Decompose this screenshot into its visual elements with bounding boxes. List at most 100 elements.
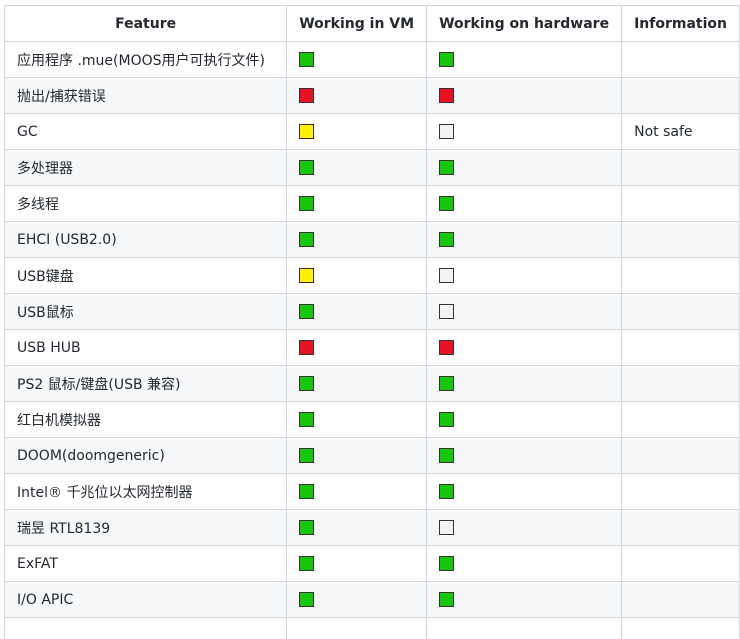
header-working-in-vm: Working in VM <box>286 5 428 42</box>
hardware-status-cell <box>426 77 623 114</box>
status-square-green-icon <box>439 160 455 175</box>
status-square-green-icon <box>439 376 455 391</box>
status-square-yellow-icon <box>299 124 315 139</box>
table-row: DOOM(doomgeneric) <box>3 437 740 474</box>
status-square-green-icon <box>299 304 315 319</box>
hardware-status-cell <box>426 41 623 78</box>
table-row: EHCI (USB2.0) <box>3 221 740 258</box>
vm-status-cell <box>286 221 428 258</box>
status-square-green-icon <box>299 412 315 427</box>
status-square-green-icon <box>439 556 455 571</box>
hardware-status-cell <box>426 113 623 150</box>
table-row: 瑞昱 RTL8139 <box>3 509 740 546</box>
status-square-white-icon <box>439 520 455 535</box>
status-square-green-icon <box>439 592 455 607</box>
feature-cell: 多处理器 <box>3 149 288 186</box>
status-square-green-icon <box>299 52 315 67</box>
vm-status-cell <box>286 545 428 582</box>
hardware-status-cell <box>426 365 623 402</box>
feature-cell: 应用程序 .mue(MOOS用户可执行文件) <box>3 41 288 78</box>
hardware-status-cell <box>426 545 623 582</box>
feature-cell: I/O APIC <box>3 581 288 618</box>
vm-status-cell <box>286 293 428 330</box>
table-body: 应用程序 .mue(MOOS用户可执行文件) 抛出/捕获错误 GC Not safe 多… <box>3 41 740 639</box>
information-cell <box>621 41 740 78</box>
feature-cell: 多线程 <box>3 185 288 222</box>
hardware-status-cell <box>426 617 623 639</box>
vm-status-cell <box>286 581 428 618</box>
table-header-row: Feature Working in VM Working on hardwar… <box>3 5 740 42</box>
hardware-status-cell <box>426 185 623 222</box>
table-row: Intel® 千兆位以太网控制器 <box>3 473 740 510</box>
feature-cell: Intel® 千兆位以太网控制器 <box>3 473 288 510</box>
information-cell <box>621 617 740 639</box>
vm-status-cell <box>286 473 428 510</box>
status-square-green-icon <box>299 160 315 175</box>
information-cell <box>621 185 740 222</box>
status-square-red-icon <box>299 88 315 103</box>
header-feature: Feature <box>3 5 288 42</box>
status-square-white-icon <box>439 304 455 319</box>
hardware-status-cell <box>426 257 623 294</box>
information-cell <box>621 437 740 474</box>
status-square-white-icon <box>439 124 455 139</box>
status-square-green-icon <box>299 448 315 463</box>
feature-cell: USB HUB <box>3 329 288 366</box>
feature-cell: USB鼠标 <box>3 293 288 330</box>
status-square-green-icon <box>439 196 455 211</box>
information-cell: Not safe <box>621 113 740 150</box>
feature-cell: DOOM(doomgeneric) <box>3 437 288 474</box>
table-row: USB键盘 <box>3 257 740 294</box>
information-cell <box>621 257 740 294</box>
hardware-status-cell <box>426 149 623 186</box>
hardware-status-cell <box>426 473 623 510</box>
table-row: GC Not safe <box>3 113 740 150</box>
status-square-green-icon <box>299 592 315 607</box>
table-row: 抛出/捕获错误 <box>3 77 740 114</box>
information-cell <box>621 329 740 366</box>
information-cell <box>621 77 740 114</box>
information-cell <box>621 293 740 330</box>
page: Feature Working in VM Working on hardwar… <box>0 0 740 639</box>
status-square-green-icon <box>299 376 315 391</box>
status-square-green-icon <box>439 484 455 499</box>
status-square-red-icon <box>299 340 315 355</box>
table-row: I/O APIC <box>3 581 740 618</box>
table-row: 多线程 <box>3 185 740 222</box>
vm-status-cell <box>286 113 428 150</box>
feature-cell: USB键盘 <box>3 257 288 294</box>
feature-cell: GC <box>3 113 288 150</box>
table-row: USB HUB <box>3 329 740 366</box>
vm-status-cell <box>286 329 428 366</box>
information-cell <box>621 365 740 402</box>
status-square-red-icon <box>439 88 455 103</box>
information-cell <box>621 545 740 582</box>
table-row <box>3 617 740 639</box>
feature-cell <box>3 617 288 639</box>
status-square-green-icon <box>439 412 455 427</box>
hardware-status-cell <box>426 401 623 438</box>
feature-cell: 红白机模拟器 <box>3 401 288 438</box>
hardware-status-cell <box>426 293 623 330</box>
information-cell <box>621 149 740 186</box>
hardware-status-cell <box>426 221 623 258</box>
vm-status-cell <box>286 401 428 438</box>
status-square-red-icon <box>439 340 455 355</box>
table-row: 应用程序 .mue(MOOS用户可执行文件) <box>3 41 740 78</box>
information-cell <box>621 221 740 258</box>
table-row: USB鼠标 <box>3 293 740 330</box>
table-row: 多处理器 <box>3 149 740 186</box>
header-information: Information <box>621 5 740 42</box>
status-square-green-icon <box>299 520 315 535</box>
status-square-green-icon <box>299 556 315 571</box>
hardware-status-cell <box>426 509 623 546</box>
status-square-green-icon <box>299 232 315 247</box>
vm-status-cell <box>286 185 428 222</box>
hardware-status-cell <box>426 329 623 366</box>
status-square-green-icon <box>439 232 455 247</box>
hardware-status-cell <box>426 581 623 618</box>
feature-cell: 抛出/捕获错误 <box>3 77 288 114</box>
table-row: 红白机模拟器 <box>3 401 740 438</box>
vm-status-cell <box>286 149 428 186</box>
information-cell <box>621 473 740 510</box>
